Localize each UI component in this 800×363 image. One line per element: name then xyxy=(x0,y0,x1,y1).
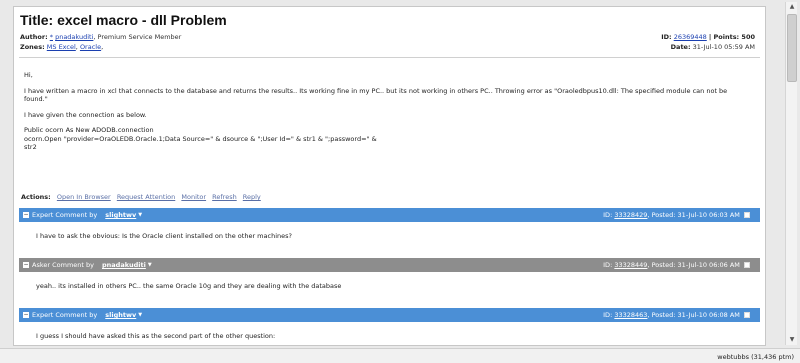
comment-checkbox[interactable] xyxy=(744,262,750,268)
question-code-line: Public ocorn As New ADODB.connection xyxy=(24,126,154,134)
status-bar: webtubbs (31,436 ptm) xyxy=(0,348,800,363)
question-body: Hi, I have written a macro in xcl that c… xyxy=(24,71,744,152)
comment-user-link[interactable]: slightwv xyxy=(105,311,136,319)
question-date: 31-Jul-10 05:59 AM xyxy=(692,43,755,51)
comment-meta: ID: 33328449, Posted: 31-Jul-10 06:06 AM xyxy=(603,261,750,269)
comment-id-label: ID: xyxy=(603,311,613,319)
comment-body: I guess I should have asked this as the … xyxy=(36,332,276,340)
author-link[interactable]: pnadakuditi xyxy=(55,33,93,41)
zone-link-oracle[interactable]: Oracle xyxy=(80,43,101,51)
comment-id-link[interactable]: 33328463 xyxy=(614,311,647,319)
date-label: Date: xyxy=(670,43,691,51)
id-label: ID: xyxy=(661,33,672,41)
zone-link-ms-excel[interactable]: MS Excel xyxy=(47,43,76,51)
comment-header: − Expert Comment by slightwv ▼ ID: 333284… xyxy=(19,308,760,322)
question-meta-right: ID: 26369448 | Points: 500 Date: 31-Jul-… xyxy=(661,32,755,52)
vertical-scrollbar[interactable]: ▲ ▼ xyxy=(785,2,797,345)
comment-body: I have to ask the obvious: Is the Oracle… xyxy=(36,232,292,240)
comment-id-link[interactable]: 33328429 xyxy=(614,211,647,219)
action-open-in-browser[interactable]: Open In Browser xyxy=(57,193,111,201)
scroll-up-icon[interactable]: ▲ xyxy=(787,2,797,12)
page-title: Title: excel macro - dll Problem xyxy=(20,12,227,28)
action-reply[interactable]: Reply xyxy=(243,193,261,201)
question-id-link[interactable]: 26369448 xyxy=(674,33,707,41)
comment-type: Expert Comment by xyxy=(32,211,98,219)
actions-bar: Actions: Open In Browser Request Attenti… xyxy=(21,193,261,201)
comment-posted: , Posted: 31-Jul-10 06:06 AM xyxy=(647,261,740,269)
chevron-down-icon[interactable]: ▼ xyxy=(138,212,142,218)
comment-id-label: ID: xyxy=(603,211,613,219)
question-meta: Author: * pnadakuditi, Premium Service M… xyxy=(20,33,182,51)
question-para2: I have given the connection as below. xyxy=(24,110,147,119)
collapse-icon[interactable]: − xyxy=(23,262,29,268)
question-body-box: Hi, I have written a macro in xcl that c… xyxy=(19,57,760,193)
comment-header: − Asker Comment by pnadakuditi ▼ ID: 3332… xyxy=(19,258,760,272)
author-label: Author: xyxy=(20,33,48,41)
scroll-thumb[interactable] xyxy=(787,14,797,82)
zones-label: Zones: xyxy=(20,43,45,51)
chevron-down-icon[interactable]: ▼ xyxy=(148,262,152,268)
comment-id-label: ID: xyxy=(603,261,613,269)
comment-user-link[interactable]: pnadakuditi xyxy=(102,261,146,269)
chevron-down-icon[interactable]: ▼ xyxy=(138,312,142,318)
comment-posted: , Posted: 31-Jul-10 06:03 AM xyxy=(647,211,740,219)
author-star[interactable]: * xyxy=(50,33,53,41)
comment-checkbox[interactable] xyxy=(744,312,750,318)
action-request-attention[interactable]: Request Attention xyxy=(117,193,175,201)
comment-posted: , Posted: 31-Jul-10 06:08 AM xyxy=(647,311,740,319)
question-code-line: str2 xyxy=(24,143,37,151)
action-monitor[interactable]: Monitor xyxy=(181,193,206,201)
question-greeting: Hi, xyxy=(24,71,33,79)
action-refresh[interactable]: Refresh xyxy=(212,193,237,201)
comment-user-link[interactable]: slightwv xyxy=(105,211,136,219)
author-role: , Premium Service Member xyxy=(93,33,182,41)
question-code-line: ocorn.Open "provider=OraOLEDB.Oracle.1;D… xyxy=(24,134,377,143)
collapse-icon[interactable]: − xyxy=(23,212,29,218)
scroll-down-icon[interactable]: ▼ xyxy=(787,335,797,345)
comment-id-link[interactable]: 33328449 xyxy=(614,261,647,269)
question-panel: Title: excel macro - dll Problem Author:… xyxy=(13,6,766,346)
comment-type: Expert Comment by xyxy=(32,311,98,319)
points-label: | Points: 500 xyxy=(708,33,755,41)
comment-header: − Expert Comment by slightwv ▼ ID: 333284… xyxy=(19,208,760,222)
comment-checkbox[interactable] xyxy=(744,212,750,218)
question-para1: I have written a macro in xcl that conne… xyxy=(24,86,728,104)
status-text: webtubbs (31,436 ptm) xyxy=(717,353,794,361)
comment-meta: ID: 33328463, Posted: 31-Jul-10 06:08 AM xyxy=(603,311,750,319)
comment-meta: ID: 33328429, Posted: 31-Jul-10 06:03 AM xyxy=(603,211,750,219)
actions-label: Actions: xyxy=(21,193,51,201)
comment-type: Asker Comment by xyxy=(32,261,94,269)
comment-body: yeah.. its installed in others PC.. the … xyxy=(36,282,342,290)
collapse-icon[interactable]: − xyxy=(23,312,29,318)
